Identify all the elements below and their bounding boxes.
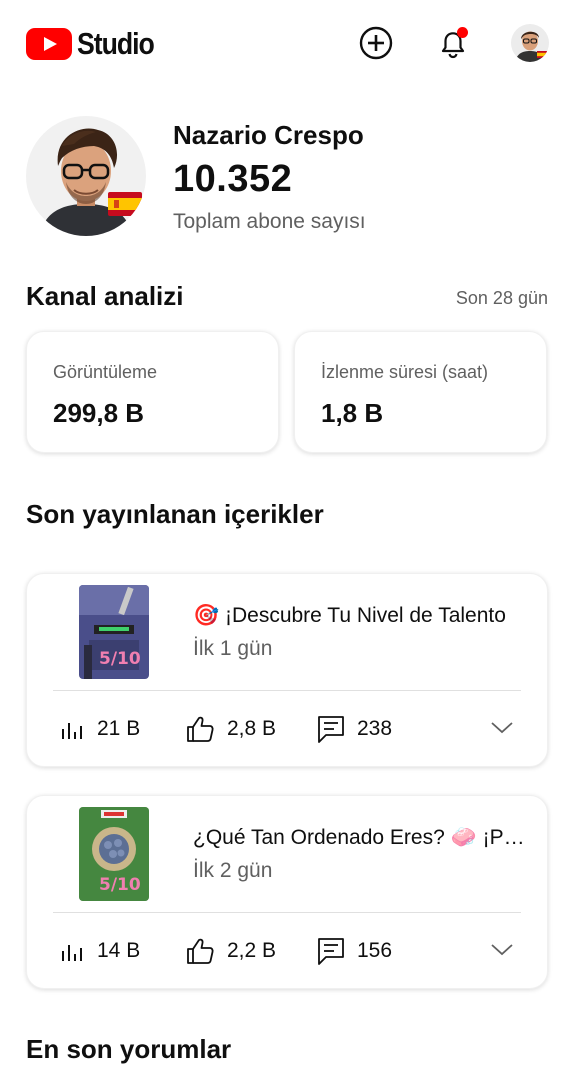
account-avatar[interactable]	[511, 24, 549, 62]
channel-avatar-image	[26, 116, 146, 236]
studio-logo[interactable]: Studio	[26, 26, 166, 62]
video-card[interactable]: 5/10 ¿Qué Tan Ordenado Eres? 🧼 ¡Pon a pr…	[26, 795, 548, 989]
comments-metric: 238	[317, 714, 392, 744]
video-thumbnail[interactable]: 5/10	[79, 807, 149, 901]
brand-label: Studio	[77, 26, 155, 61]
stat-label: Görüntüleme	[53, 362, 158, 382]
comments-count: 156	[357, 939, 393, 962]
comment-icon	[318, 938, 344, 965]
divider	[53, 912, 521, 913]
thumbs-up-icon	[187, 716, 214, 742]
video-title[interactable]: 🎯 ¡Descubre Tu Nivel de Talento	[193, 604, 529, 628]
stat-value: 299,8 B	[53, 398, 145, 428]
svg-text:5/10: 5/10	[99, 649, 141, 669]
bar-chart-icon	[62, 945, 82, 961]
thumbnail-image: 5/10	[79, 585, 149, 679]
recent-content-title: Son yayınlanan içerikler	[26, 499, 324, 529]
bar-chart-icon	[62, 723, 82, 739]
comment-icon	[318, 716, 344, 743]
top-app-bar: Studio	[0, 0, 574, 86]
likes-metric: 2,8 B	[185, 714, 276, 744]
analytics-period: Son 28 gün	[455, 288, 548, 308]
channel-avatar[interactable]	[26, 116, 146, 236]
avatar-image	[511, 24, 549, 62]
likes-count: 2,8 B	[227, 717, 277, 740]
views-stat-card[interactable]: Görüntüleme 299,8 B	[26, 331, 279, 453]
notifications-icon	[441, 27, 468, 59]
likes-count: 2,2 B	[227, 939, 277, 962]
video-age: İlk 2 gün	[193, 859, 273, 882]
stat-label: İzlenme süresi (saat)	[321, 362, 489, 382]
comments-metric: 156	[317, 936, 392, 966]
create-icon	[359, 26, 393, 60]
video-thumbnail[interactable]: 5/10	[79, 585, 149, 679]
thumbs-up-icon	[187, 938, 214, 964]
thumbnail-image: 5/10	[79, 807, 149, 901]
divider	[53, 690, 521, 691]
likes-metric: 2,2 B	[185, 936, 276, 966]
channel-profile: Nazario Crespo 10.352 Toplam abone sayıs…	[26, 112, 556, 242]
chevron-down-icon[interactable]	[489, 941, 515, 959]
create-button[interactable]	[357, 24, 395, 62]
video-card[interactable]: 5/10 🎯 ¡Descubre Tu Nivel de Talento İlk…	[26, 573, 548, 767]
views-metric: 14 B	[59, 936, 140, 966]
latest-comments-title: En son yorumlar	[26, 1034, 232, 1064]
views-count: 14 B	[97, 939, 141, 962]
analytics-title: Kanal analizi	[26, 281, 184, 311]
watch-time-stat-card[interactable]: İzlenme süresi (saat) 1,8 B	[294, 331, 547, 453]
comments-count: 238	[357, 717, 393, 740]
svg-text:5/10: 5/10	[99, 875, 141, 895]
views-count: 21 B	[97, 717, 141, 740]
video-title[interactable]: ¿Qué Tan Ordenado Eres? 🧼 ¡Pon a prueba	[193, 826, 529, 850]
video-age: İlk 1 gün	[193, 637, 273, 660]
chevron-down-icon[interactable]	[489, 719, 515, 737]
views-metric: 21 B	[59, 714, 140, 744]
notifications-button[interactable]	[434, 24, 472, 62]
subscriber-count: 10.352	[173, 158, 293, 200]
subscriber-label: Toplam abone sayısı	[173, 210, 366, 233]
youtube-logo-icon	[26, 28, 72, 60]
channel-name: Nazario Crespo	[173, 120, 364, 150]
stat-value: 1,8 B	[321, 398, 384, 428]
